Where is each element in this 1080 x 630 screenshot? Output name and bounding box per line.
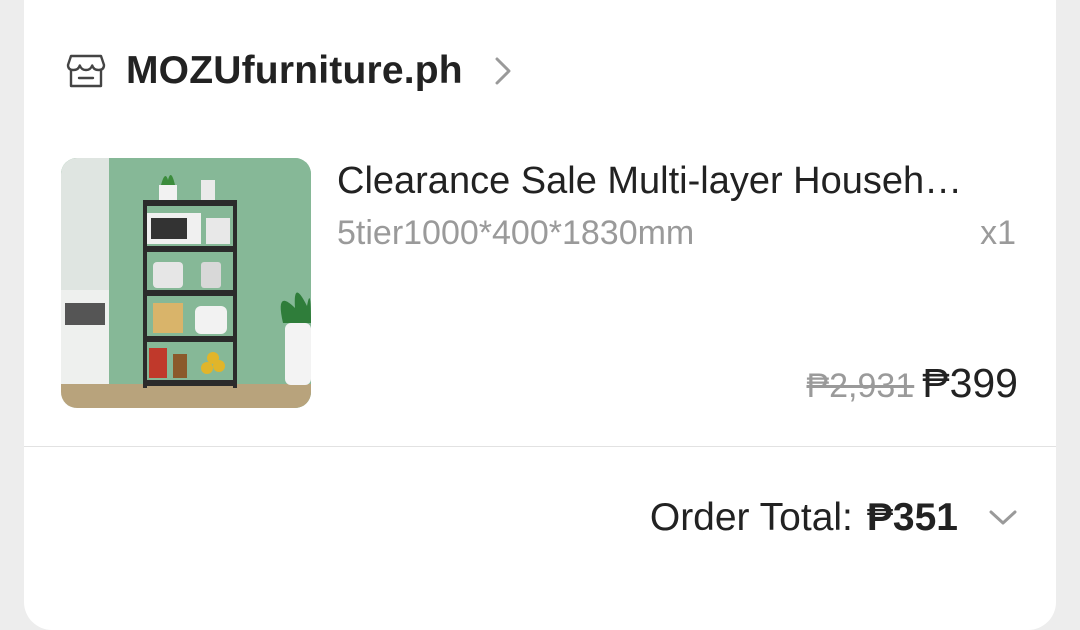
current-price: ₱399 — [922, 360, 1018, 406]
shop-name[interactable]: MOZUfurniture.ph — [126, 49, 463, 93]
original-price: ₱2,931 — [806, 367, 915, 405]
chevron-down-icon[interactable] — [986, 506, 1020, 530]
price-row: ₱2,931 ₱399 — [806, 360, 1018, 407]
product-quantity: x1 — [980, 214, 1016, 252]
product-image[interactable] — [61, 158, 311, 408]
order-total-value: ₱351 — [866, 496, 958, 539]
product-title[interactable]: Clearance Sale Multi-layer Househ… — [337, 158, 1027, 204]
divider — [24, 446, 1056, 447]
order-total-row[interactable]: Order Total: ₱351 — [650, 496, 1020, 540]
chevron-right-icon[interactable] — [493, 54, 517, 88]
shop-header[interactable]: MOZUfurniture.ph — [66, 48, 517, 94]
order-total-label: Order Total: — [649, 496, 853, 539]
order-card: MOZUfurniture.ph Clearance Sale Multi-la… — [24, 0, 1056, 630]
store-icon — [66, 51, 106, 91]
product-variant: 5tier1000*400*1830mm — [337, 214, 695, 252]
